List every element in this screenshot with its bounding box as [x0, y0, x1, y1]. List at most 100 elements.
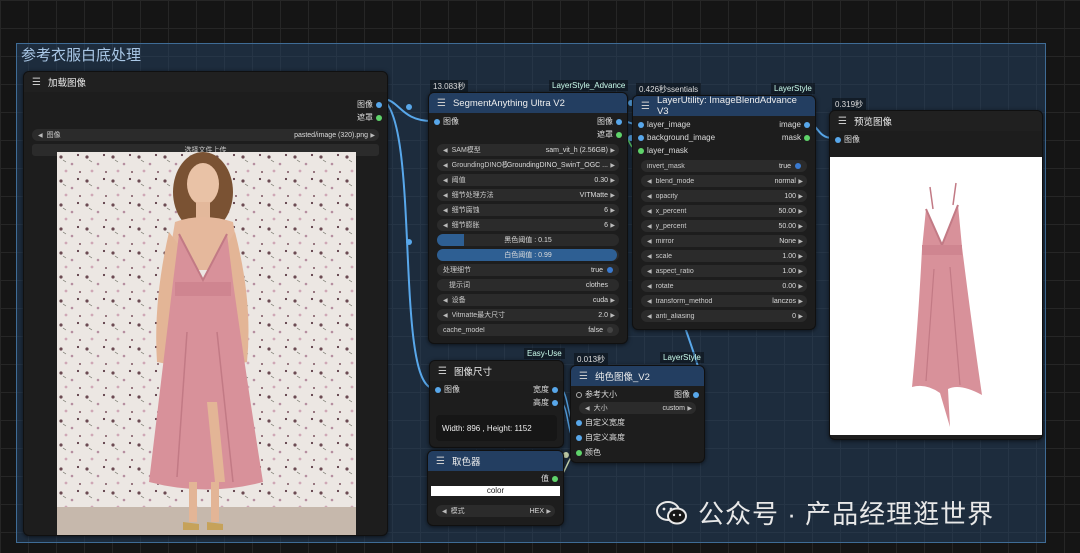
output-image[interactable]: 图像	[24, 98, 387, 111]
menu-icon[interactable]: ☰	[579, 371, 588, 382]
vitmatte-size-field[interactable]: ◀ Vitmatte最大尺寸 2.0 ▶	[437, 309, 619, 321]
arrow-right-icon[interactable]: ▶	[687, 405, 692, 412]
input-dot[interactable]	[435, 386, 441, 393]
output-dot[interactable]	[376, 101, 382, 108]
arrow-left-icon[interactable]: ◀	[647, 283, 652, 290]
arrow-left-icon[interactable]: ◀	[443, 297, 448, 304]
arrow-right-icon[interactable]: ▶	[610, 147, 615, 154]
arrow-right-icon[interactable]: ▶	[610, 177, 615, 184]
widget-rotate[interactable]: ◀ rotate 0.00 ▶	[641, 280, 807, 292]
arrow-left-icon[interactable]: ◀	[443, 147, 448, 154]
widget-aspect-ratio[interactable]: ◀ aspect_ratio 1.00 ▶	[641, 265, 807, 277]
widget-opacity[interactable]: ◀ opacity 100 ▶	[641, 190, 807, 202]
device-combo[interactable]: ◀ 设备 cuda ▶	[437, 294, 619, 306]
output-mask[interactable]: 遮罩	[24, 111, 387, 124]
node-header[interactable]: ☰ 纯色图像_V2	[571, 366, 704, 386]
input-custom-width[interactable]: 自定义宽度	[571, 416, 704, 429]
input-ref-size[interactable]: 参考大小 图像	[571, 388, 704, 401]
output-dot[interactable]	[693, 391, 699, 398]
input-dot[interactable]	[576, 449, 582, 456]
arrow-right-icon[interactable]: ▶	[798, 268, 803, 275]
input-dot[interactable]	[434, 118, 440, 125]
arrow-right-icon[interactable]: ▶	[610, 207, 615, 214]
arrow-left-icon[interactable]: ◀	[647, 313, 652, 320]
black-threshold-slider[interactable]: 黑色阈值 : 0.15	[437, 234, 619, 246]
arrow-right-icon[interactable]: ▶	[610, 162, 615, 169]
output-dot[interactable]	[552, 475, 558, 482]
toggle-on-icon[interactable]	[607, 267, 613, 273]
arrow-left-icon[interactable]: ◀	[443, 177, 448, 184]
arrow-right-icon[interactable]: ▶	[610, 312, 615, 319]
arrow-right-icon[interactable]: ▶	[798, 298, 803, 305]
arrow-right-icon[interactable]: ▶	[798, 223, 803, 230]
arrow-right-icon[interactable]: ▶	[798, 253, 803, 260]
output-dot[interactable]	[804, 134, 810, 141]
size-combo[interactable]: ◀ 大小 custom ▶	[579, 402, 696, 414]
input-background-image[interactable]: background_image mask	[633, 131, 815, 144]
widget-detail-dilate[interactable]: ◀ 细节膨胀 6 ▶	[437, 219, 619, 231]
node-header[interactable]: ☰ 图像尺寸	[430, 361, 563, 381]
arrow-left-icon[interactable]: ◀	[647, 253, 652, 260]
input-dot[interactable]	[576, 391, 582, 398]
widget-transform-method[interactable]: ◀ transform_method lanczos ▶	[641, 295, 807, 307]
arrow-right-icon[interactable]: ▶	[798, 283, 803, 290]
arrow-right-icon[interactable]: ▶	[798, 178, 803, 185]
white-threshold-slider[interactable]: 白色阈值 : 0.99	[437, 249, 619, 261]
widget-detail-erode[interactable]: ◀ 细节腐蚀 6 ▶	[437, 204, 619, 216]
output-height[interactable]: 高度	[430, 396, 563, 409]
menu-icon[interactable]: ☰	[437, 98, 446, 109]
color-swatch[interactable]: color	[431, 486, 560, 496]
mode-combo[interactable]: ◀ 模式 HEX ▶	[436, 505, 555, 517]
widget-blend-mode[interactable]: ◀ blend_mode normal ▶	[641, 175, 807, 187]
arrow-left-icon[interactable]: ◀	[647, 208, 652, 215]
node-header[interactable]: ☰ 预览图像	[830, 111, 1042, 131]
widget-y-percent[interactable]: ◀ y_percent 50.00 ▶	[641, 220, 807, 232]
arrow-left-icon[interactable]: ◀	[647, 178, 652, 185]
arrow-left-icon[interactable]: ◀	[443, 312, 448, 319]
solid-image-node[interactable]: ☰ 纯色图像_V2 参考大小 图像 ◀ 大小 custom ▶ 自定义宽度 自定…	[570, 365, 705, 463]
group-title[interactable]: 参考衣服白底处理	[21, 44, 141, 65]
output-dot[interactable]	[552, 386, 558, 393]
load-image-node[interactable]: ☰ 加载图像 图像 遮罩 ◀ 图像 pasted/image (320).png…	[23, 71, 388, 536]
image-combo[interactable]: ◀ 图像 pasted/image (320).png ▶	[32, 129, 379, 141]
arrow-right-icon[interactable]: ▶	[610, 297, 615, 304]
widget-x-percent[interactable]: ◀ x_percent 50.00 ▶	[641, 205, 807, 217]
arrow-right-icon[interactable]: ▶	[370, 132, 375, 139]
arrow-left-icon[interactable]: ◀	[585, 405, 590, 412]
menu-icon[interactable]: ☰	[32, 77, 41, 88]
arrow-right-icon[interactable]: ▶	[610, 192, 615, 199]
widget-mirror[interactable]: ◀ mirror None ▶	[641, 235, 807, 247]
arrow-left-icon[interactable]: ◀	[443, 192, 448, 199]
arrow-right-icon[interactable]: ▶	[610, 222, 615, 229]
widget-threshold[interactable]: ◀ 阈值 0.30 ▶	[437, 174, 619, 186]
widget-sam-model[interactable]: ◀ SAM模型 sam_vit_h (2.56GB) ▶	[437, 144, 619, 156]
arrow-left-icon[interactable]: ◀	[647, 193, 652, 200]
arrow-right-icon[interactable]: ▶	[546, 508, 551, 515]
color-picker-node[interactable]: ☰ 取色器 值 color ◀ 模式 HEX ▶	[427, 450, 564, 526]
input-color[interactable]: 颜色	[571, 446, 704, 459]
menu-icon[interactable]: ☰	[641, 101, 650, 112]
input-image[interactable]: 图像	[830, 133, 1042, 146]
output-value[interactable]: 值	[428, 472, 563, 485]
arrow-left-icon[interactable]: ◀	[647, 238, 652, 245]
toggle-on-icon[interactable]	[795, 163, 801, 169]
node-header[interactable]: ☰ 取色器	[428, 451, 563, 471]
output-dot[interactable]	[616, 131, 622, 138]
arrow-left-icon[interactable]: ◀	[647, 268, 652, 275]
arrow-right-icon[interactable]: ▶	[798, 313, 803, 320]
arrow-left-icon[interactable]: ◀	[647, 298, 652, 305]
arrow-left-icon[interactable]: ◀	[38, 132, 43, 139]
arrow-left-icon[interactable]: ◀	[443, 207, 448, 214]
menu-icon[interactable]: ☰	[438, 366, 447, 377]
arrow-left-icon[interactable]: ◀	[443, 162, 448, 169]
widget-scale[interactable]: ◀ scale 1.00 ▶	[641, 250, 807, 262]
output-dot[interactable]	[616, 118, 622, 125]
input-dot[interactable]	[835, 136, 841, 143]
output-dot[interactable]	[376, 114, 382, 121]
image-blend-node[interactable]: ☰ LayerUtility: ImageBlendAdvance V3 lay…	[632, 95, 816, 330]
widget-groundingdino-model[interactable]: ◀ GroundingDINO模型 GroundingDINO_SwinT_OG…	[437, 159, 619, 171]
menu-icon[interactable]: ☰	[436, 456, 445, 467]
input-dot[interactable]	[638, 134, 644, 141]
preview-image-node[interactable]: ☰ 预览图像 图像	[829, 110, 1043, 440]
image-size-node[interactable]: ☰ 图像尺寸 图像 宽度 高度 Width: 896 , Height: 115…	[429, 360, 564, 448]
